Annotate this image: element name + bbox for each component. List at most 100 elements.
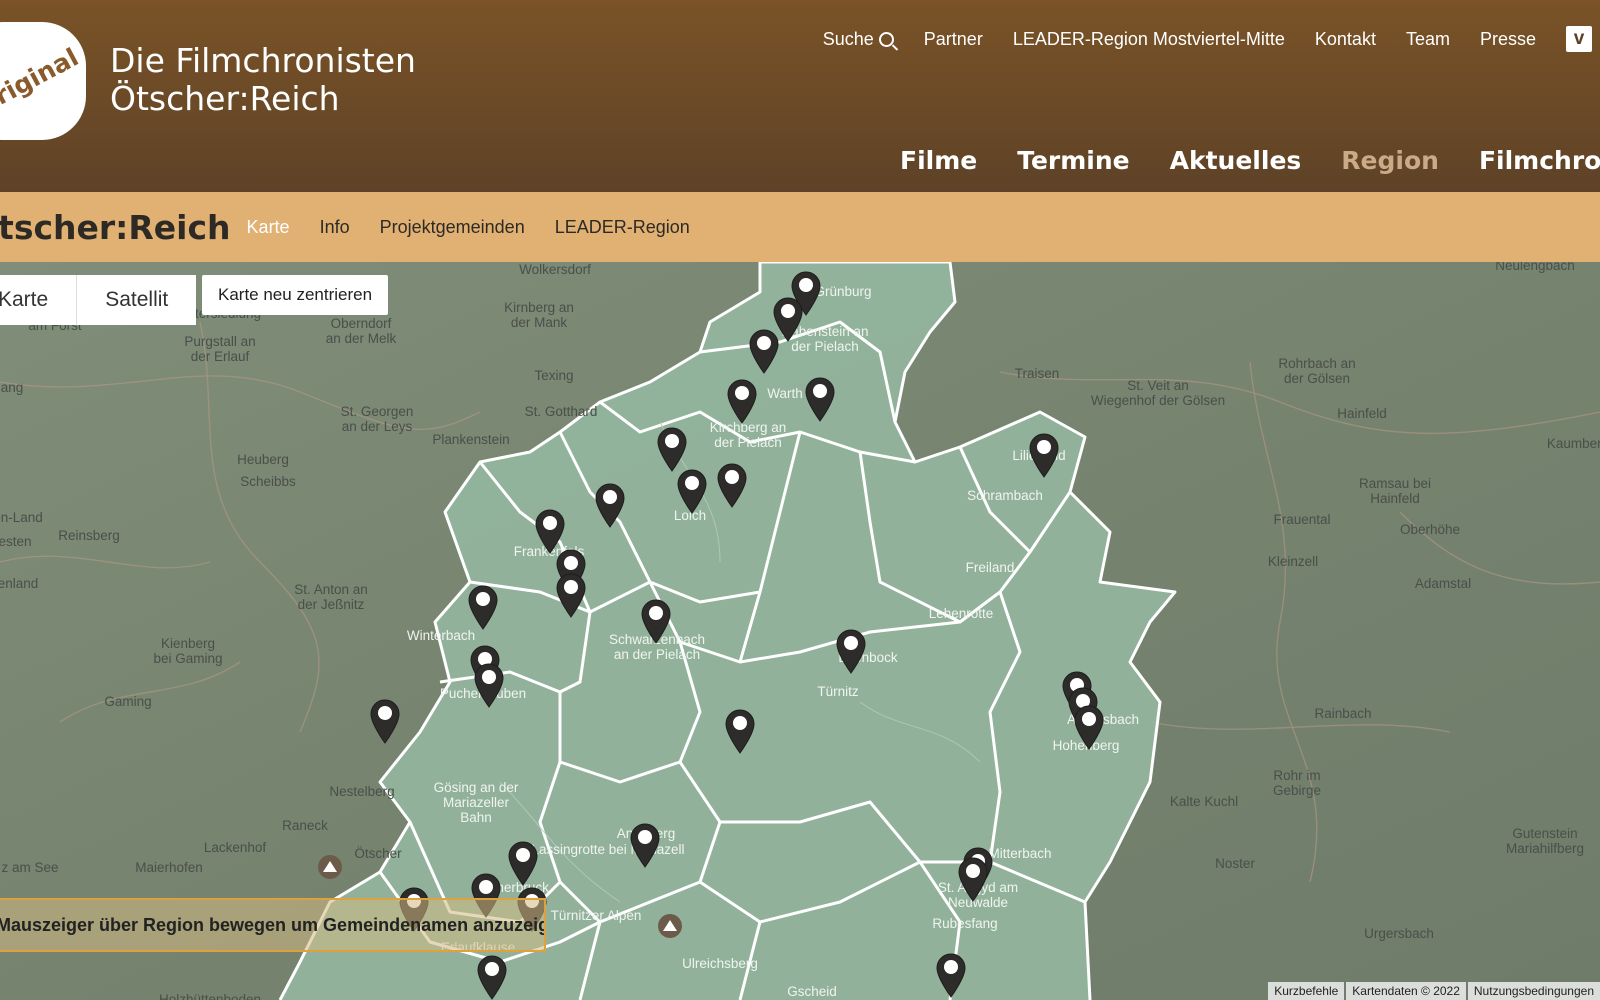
map-pin-icon[interactable] xyxy=(629,822,661,868)
map-pin-icon[interactable] xyxy=(656,426,688,472)
mountain-poi-icon[interactable] xyxy=(658,914,682,938)
map-pin-icon[interactable] xyxy=(467,584,499,630)
place-label-stgotthard: St. Gotthard xyxy=(524,404,598,419)
place-label-wiegenhof: St. Veit an Wiegenhof der Gölsen xyxy=(1090,378,1226,408)
map-attribution: Kurzbefehle Kartendaten © 2022 Nutzungsb… xyxy=(1266,982,1600,1000)
map-pin-icon[interactable] xyxy=(473,662,505,708)
place-label-lehenrotte: Lehenrotte xyxy=(928,606,994,621)
top-nav-kontakt[interactable]: Kontakt xyxy=(1315,29,1376,50)
map-pin-icon[interactable] xyxy=(935,952,967,998)
top-nav-team[interactable]: Team xyxy=(1406,29,1450,50)
top-nav: Suche Partner LEADER-Region Mostviertel-… xyxy=(793,26,1600,52)
mountain-poi-icon[interactable] xyxy=(318,855,342,879)
map-type-karte-button[interactable]: Karte xyxy=(0,275,77,325)
map-data-credit[interactable]: Kartendaten © 2022 xyxy=(1346,982,1466,1000)
map-pin-icon[interactable] xyxy=(1073,704,1105,750)
place-label-gutenstein: Gutenstein Mariahilfberg xyxy=(1505,826,1585,856)
place-label-kleinzell: Kleinzell xyxy=(1267,554,1319,569)
map-hint-banner: Mauszeiger über Region bewegen um Gemein… xyxy=(0,898,546,952)
map-pin-icon[interactable] xyxy=(716,462,748,508)
place-label-stgeorgen: St. Georgen an der Leys xyxy=(340,404,414,434)
terms-of-use-link[interactable]: Nutzungsbedingungen xyxy=(1467,982,1600,1000)
place-label-maierhofen: Maierhofen xyxy=(135,860,203,875)
map-pin-icon[interactable] xyxy=(1028,432,1060,478)
map-type-satellit-button[interactable]: Satellit xyxy=(77,275,197,325)
map-pin-icon[interactable] xyxy=(676,468,708,514)
place-label-wolkersdorf: Wolkersdorf xyxy=(519,262,591,277)
place-label-gaming: Gaming xyxy=(104,694,152,709)
place-label-tuernitzeralpen: Türnitzer Alpen xyxy=(550,908,642,923)
place-label-stanton: St. Anton an der Jeßnitz xyxy=(294,582,368,612)
place-label-noster: Noster xyxy=(1215,856,1255,871)
site-title-line1: Die Filmchronisten xyxy=(110,41,416,80)
map-pin-icon[interactable] xyxy=(640,598,672,644)
top-nav-search-label: Suche xyxy=(822,28,874,49)
place-label-holzhuettenboden: Holzhüttenboden xyxy=(158,992,262,1000)
sub-nav: Ötscher:Reich Karte Info Projektgemeinde… xyxy=(0,192,1600,262)
map-pin-icon[interactable] xyxy=(507,840,539,886)
map-pin-icon[interactable] xyxy=(724,708,756,754)
place-label-enland2: enland xyxy=(0,576,39,591)
map-pin-icon[interactable] xyxy=(804,376,836,422)
place-label-neulengbach: Neulengbach xyxy=(1495,262,1575,273)
map-pin-icon[interactable] xyxy=(369,698,401,744)
place-label-oberhoehe: Oberhöhe xyxy=(1399,522,1461,537)
place-label-reinsberg: Reinsberg xyxy=(58,528,120,543)
place-label-hainfeld: Hainfeld xyxy=(1337,406,1387,421)
place-label-gscheid: Gscheid xyxy=(787,984,837,999)
top-nav-search[interactable]: Suche xyxy=(823,29,894,50)
map-pin-icon[interactable] xyxy=(476,954,508,1000)
site-title-line2: Ötscher:Reich xyxy=(110,79,340,118)
place-label-oetscher: Ötscher xyxy=(354,846,402,861)
place-label-frauental: Frauental xyxy=(1273,512,1331,527)
top-nav-presse[interactable]: Presse xyxy=(1480,29,1536,50)
recenter-map-button[interactable]: Karte neu zentrieren xyxy=(202,275,389,315)
place-label-warth: Warth xyxy=(767,386,803,401)
main-nav-aktuelles[interactable]: Aktuelles xyxy=(1170,146,1302,175)
place-label-lassingrotte: Lassingrotte bei Mariazell xyxy=(531,842,685,857)
sub-nav-projektgemeinden[interactable]: Projektgemeinden xyxy=(380,217,525,238)
vimeo-icon[interactable]: v xyxy=(1566,26,1592,52)
map-type-control: Karte Satellit xyxy=(0,275,197,325)
site-header: Original Die Filmchronisten Ötscher:Reic… xyxy=(0,0,1600,192)
place-label-grenburg: Grünburg xyxy=(814,284,872,299)
map-pin-icon[interactable] xyxy=(957,856,989,902)
place-label-ang: ang xyxy=(0,380,24,395)
place-label-kirchberg: Kirchberg an der Pielach xyxy=(709,420,787,450)
keyboard-shortcuts-link[interactable]: Kurzbefehle xyxy=(1268,982,1345,1000)
logo-text: Original xyxy=(0,41,84,121)
place-label-schrambach: Schrambach xyxy=(967,488,1043,503)
place-label-scheibbs: Scheibbs xyxy=(240,474,296,489)
main-nav-filme[interactable]: Filme xyxy=(900,146,977,175)
place-label-urgersbach: Urgersbach xyxy=(1364,926,1434,941)
map-pin-icon[interactable] xyxy=(835,628,867,674)
sub-nav-leader-region[interactable]: LEADER-Region xyxy=(555,217,690,238)
place-label-oberndorf: Oberndorf an der Melk xyxy=(325,316,397,346)
site-title[interactable]: Die Filmchronisten Ötscher:Reich xyxy=(110,42,416,118)
place-label-mitterbach: Mitterbach xyxy=(988,846,1052,861)
place-label-ramsau: Ramsau bei Hainfeld xyxy=(1358,476,1432,506)
place-label-tuernitz: Türnitz xyxy=(817,684,859,699)
place-label-goesing: Gösing an der Mariazeller Bahn xyxy=(433,780,519,825)
map-pin-icon[interactable] xyxy=(726,378,758,424)
top-nav-partner[interactable]: Partner xyxy=(924,29,983,50)
main-nav-filmchronisten[interactable]: Filmchronisten xyxy=(1479,146,1600,175)
place-label-freiland: Freiland xyxy=(965,560,1015,575)
place-label-lackenhof: Lackenhof xyxy=(203,840,267,855)
place-label-plankenstein: Plankenstein xyxy=(432,432,510,447)
map-pin-icon[interactable] xyxy=(594,482,626,528)
sub-nav-karte[interactable]: Karte xyxy=(247,217,290,238)
sub-nav-info[interactable]: Info xyxy=(320,217,350,238)
place-label-kaltekuchl: Kalte Kuchl xyxy=(1169,794,1239,809)
place-label-zamsee: z am See xyxy=(1,860,59,875)
map-pin-icon[interactable] xyxy=(555,572,587,618)
place-label-nestelberg: Nestelberg xyxy=(329,784,395,799)
map-canvas[interactable]: Wolkersdorf Neulengbach am Forst Kirnberg a… xyxy=(0,262,1600,1000)
main-nav-termine[interactable]: Termine xyxy=(1017,146,1129,175)
top-nav-leader[interactable]: LEADER-Region Mostviertel-Mitte xyxy=(1013,29,1285,50)
place-label-kirnberg: Kirnberg an der Mank xyxy=(504,300,574,330)
logo-badge[interactable]: Original xyxy=(0,22,86,140)
map-pin-icon[interactable] xyxy=(748,328,780,374)
place-label-rohrimgebirge: Rohr im Gebirge xyxy=(1272,768,1322,798)
main-nav-region[interactable]: Region xyxy=(1341,146,1439,175)
